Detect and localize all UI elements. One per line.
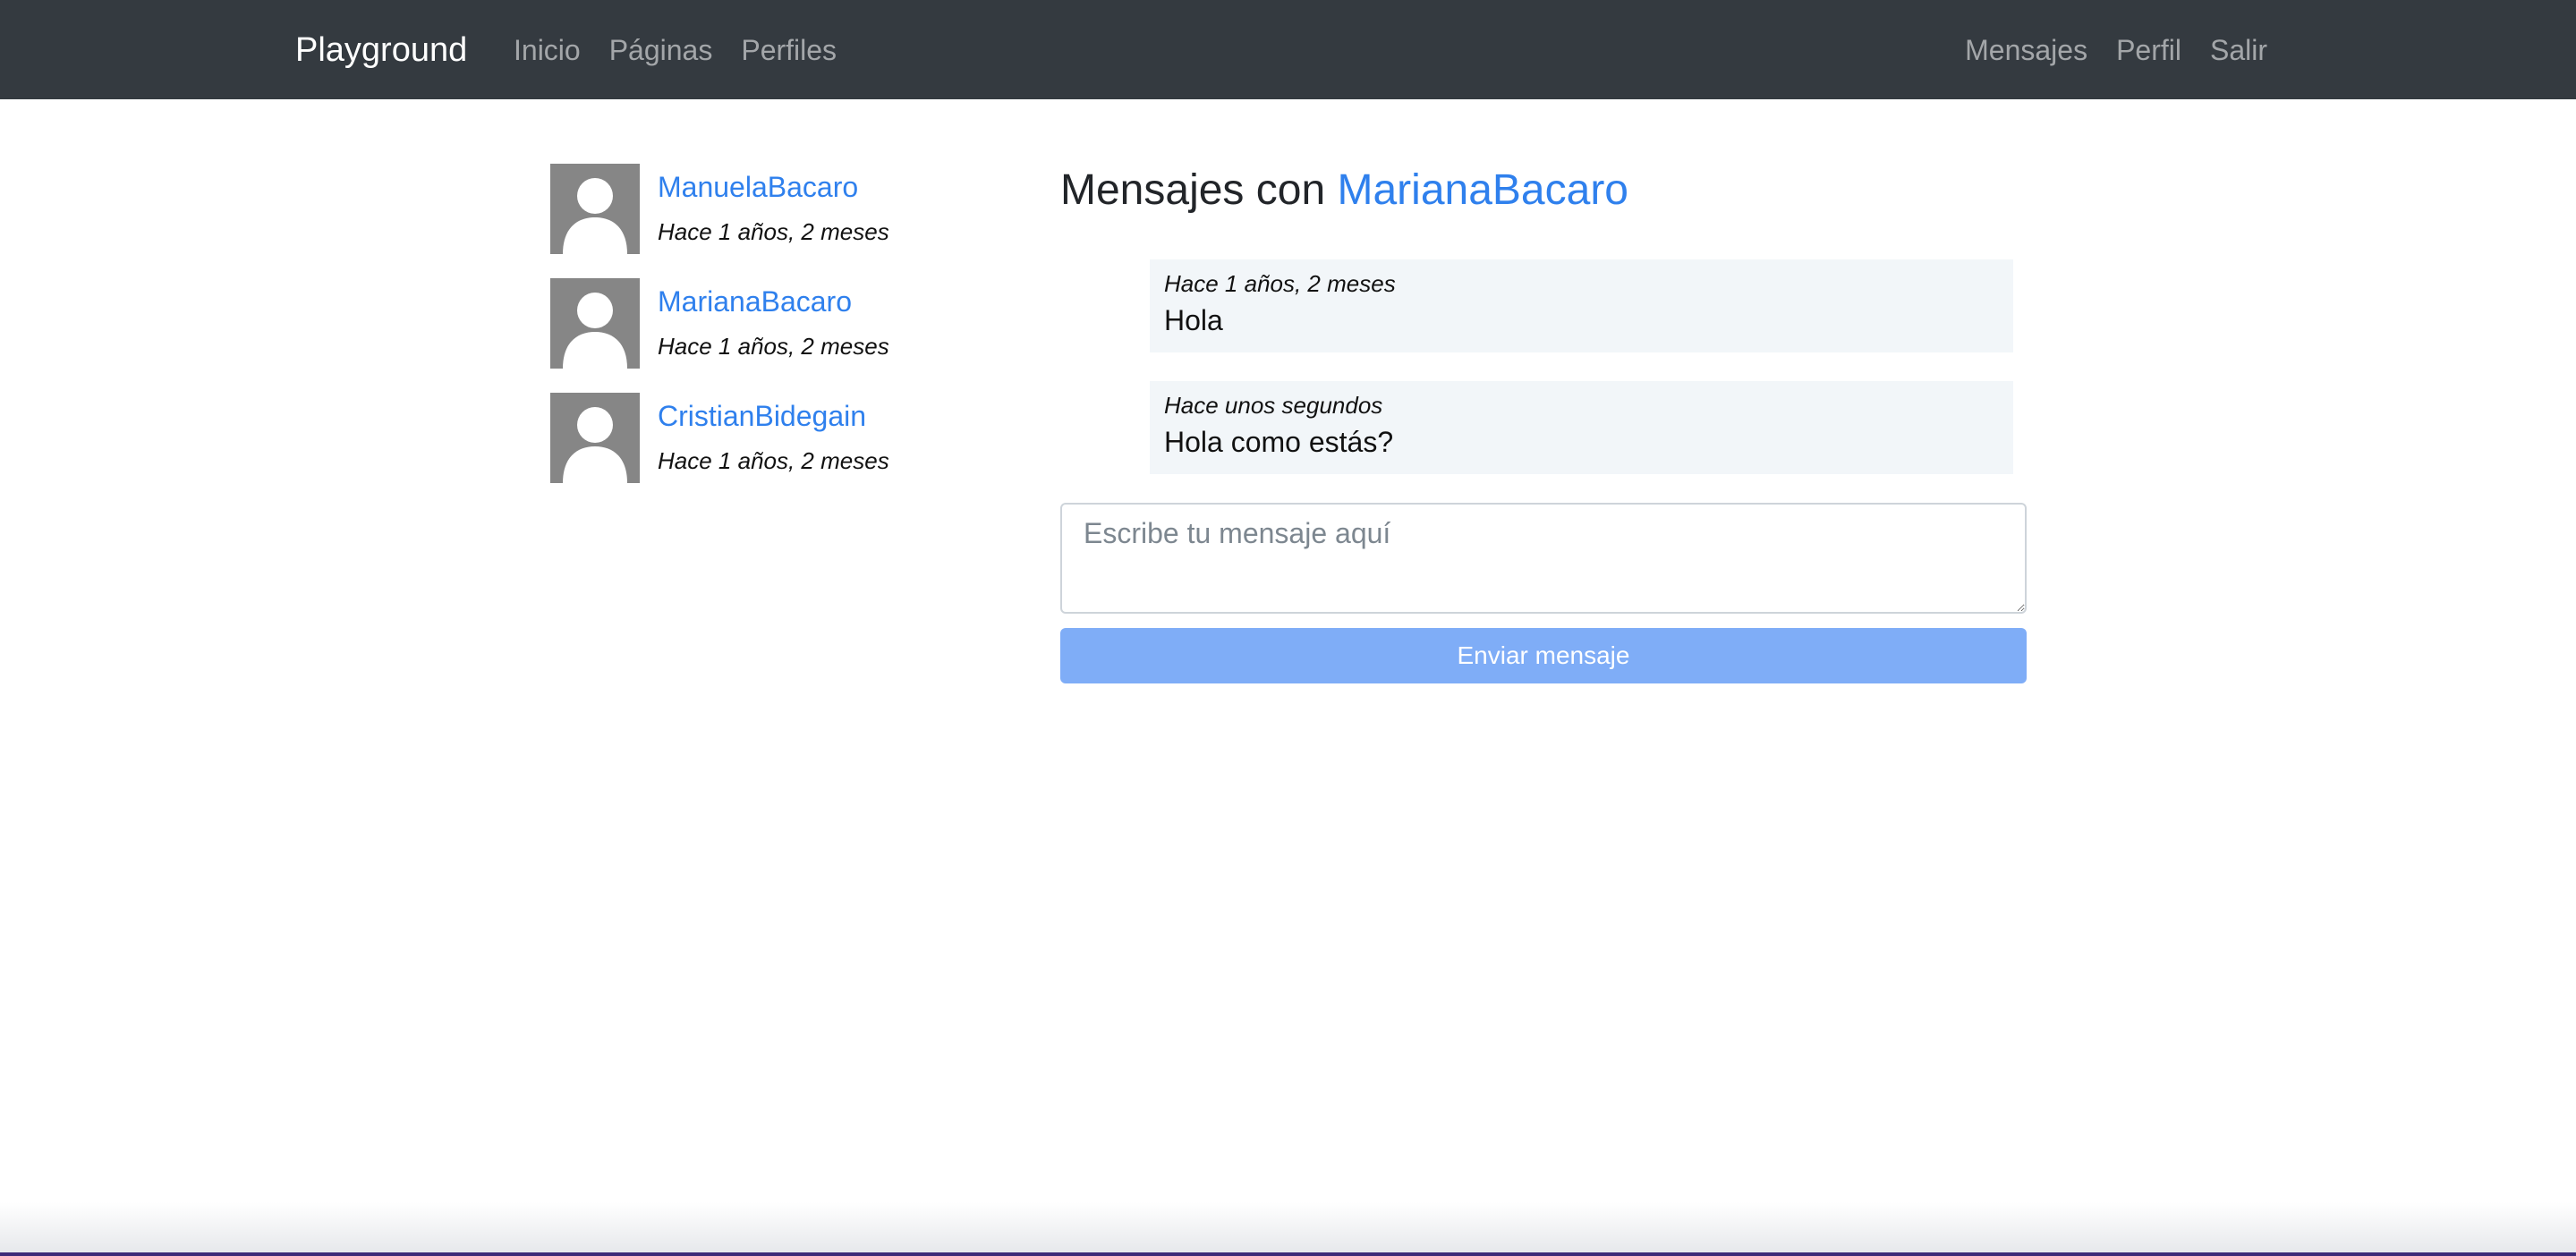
- thread-user-link[interactable]: CristianBidegain: [658, 398, 866, 434]
- page-title: Mensajes con MarianaBacaro: [1060, 161, 2027, 220]
- window-bottom-shadow: [0, 1202, 2576, 1256]
- message-list: Hace 1 años, 2 meses Hola Hace unos segu…: [1150, 259, 2013, 503]
- brand-logo-link[interactable]: Playground: [295, 29, 467, 72]
- send-message-button[interactable]: Enviar mensaje: [1060, 628, 2027, 683]
- nav-link-inicio[interactable]: Inicio: [514, 30, 581, 70]
- thread-item[interactable]: MarianaBacaro Hace 1 años, 2 meses: [550, 278, 953, 369]
- message-timestamp: Hace 1 años, 2 meses: [1164, 270, 1396, 297]
- thread-item[interactable]: CristianBidegain Hace 1 años, 2 meses: [550, 393, 953, 483]
- message-text: Hola: [1164, 304, 1223, 336]
- thread-user-link[interactable]: MarianaBacaro: [658, 284, 852, 319]
- top-navbar: Playground Inicio Páginas Perfiles Mensa…: [0, 0, 2576, 99]
- nav-link-perfiles[interactable]: Perfiles: [741, 30, 837, 70]
- message-input[interactable]: [1060, 503, 2027, 614]
- conversation-partner-link[interactable]: MarianaBacaro: [1338, 166, 1629, 214]
- primary-nav: Inicio Páginas Perfiles: [514, 30, 837, 70]
- window-bottom-edge: [0, 1252, 2576, 1256]
- thread-timestamp: Hace 1 años, 2 meses: [658, 447, 889, 474]
- thread-item[interactable]: ManuelaBacaro Hace 1 años, 2 meses: [550, 164, 953, 254]
- message-bubble: Hace 1 años, 2 meses Hola: [1150, 259, 2013, 352]
- user-silhouette-icon: [563, 293, 627, 369]
- message-text: Hola como estás?: [1164, 426, 1394, 458]
- nav-link-mensajes[interactable]: Mensajes: [1965, 30, 2087, 70]
- nav-link-perfil[interactable]: Perfil: [2116, 30, 2181, 70]
- user-silhouette-icon: [563, 407, 627, 483]
- conversation-panel: Mensajes con MarianaBacaro Hace 1 años, …: [1060, 161, 2027, 683]
- thread-list: ManuelaBacaro Hace 1 años, 2 meses Maria…: [550, 164, 953, 507]
- message-timestamp: Hace unos segundos: [1164, 392, 1383, 419]
- thread-timestamp: Hace 1 años, 2 meses: [658, 218, 889, 245]
- title-prefix: Mensajes con: [1060, 166, 1326, 214]
- account-nav: Mensajes Perfil Salir: [1965, 30, 2267, 70]
- thread-timestamp: Hace 1 años, 2 meses: [658, 333, 889, 360]
- nav-link-salir[interactable]: Salir: [2210, 30, 2267, 70]
- avatar: [550, 393, 640, 483]
- avatar: [550, 278, 640, 369]
- nav-link-paginas[interactable]: Páginas: [609, 30, 713, 70]
- user-silhouette-icon: [563, 178, 627, 254]
- message-bubble: Hace unos segundos Hola como estás?: [1150, 381, 2013, 474]
- avatar: [550, 164, 640, 254]
- thread-user-link[interactable]: ManuelaBacaro: [658, 169, 858, 205]
